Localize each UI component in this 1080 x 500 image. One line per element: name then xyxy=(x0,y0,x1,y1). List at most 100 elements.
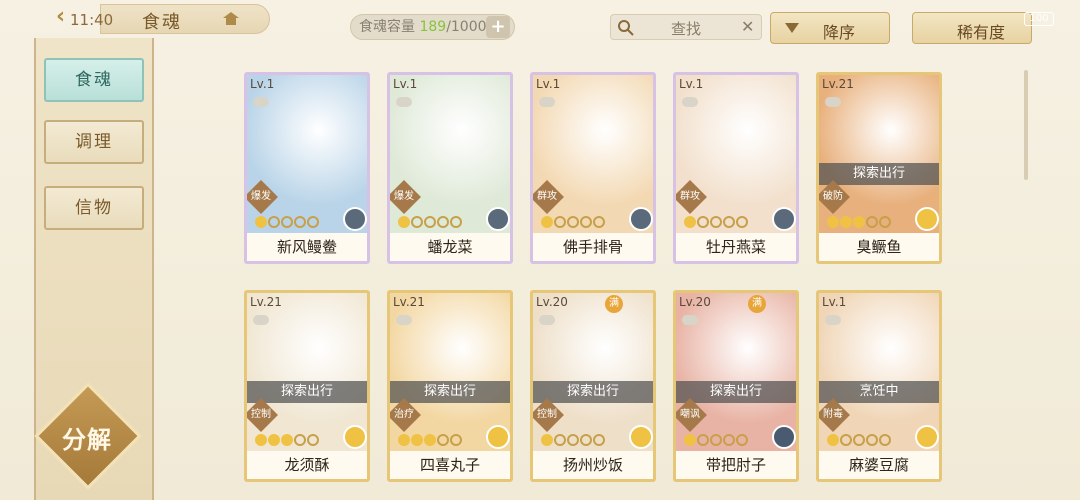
card-level: Lv.1 xyxy=(679,77,704,91)
role-type-label: 爆发 xyxy=(394,191,414,202)
star-rating xyxy=(255,431,320,446)
star-icon xyxy=(827,434,839,446)
star-icon xyxy=(424,216,436,228)
lock-toggle-icon[interactable] xyxy=(682,97,698,107)
star-icon xyxy=(567,216,579,228)
card-level: Lv.20 xyxy=(536,295,568,309)
card-status: 探索出行 xyxy=(819,163,939,185)
star-rating xyxy=(398,213,463,228)
star-icon xyxy=(411,434,423,446)
sort-order-label: 降序 xyxy=(823,23,856,42)
lock-toggle-icon[interactable] xyxy=(539,315,555,325)
soul-card[interactable]: Lv.1 爆发 新风鳗鲞 xyxy=(244,72,370,264)
sort-rarity-button[interactable]: 稀有度 xyxy=(912,12,1032,44)
sort-rarity-label: 稀有度 xyxy=(957,23,1006,42)
star-icon xyxy=(411,216,423,228)
star-icon xyxy=(424,434,436,446)
star-icon xyxy=(541,434,553,446)
element-icon xyxy=(772,207,796,231)
card-name: 牡丹燕菜 xyxy=(676,233,796,261)
clear-icon[interactable]: ✕ xyxy=(741,17,754,36)
soul-card[interactable]: Lv.21 探索出行 控制 龙须酥 xyxy=(244,290,370,482)
star-icon xyxy=(879,434,891,446)
star-icon xyxy=(307,216,319,228)
soul-card[interactable]: Lv.1 群攻牡丹燕菜 xyxy=(673,72,799,264)
lock-toggle-icon[interactable] xyxy=(825,97,841,107)
element-icon xyxy=(915,207,939,231)
soul-card[interactable]: Lv.1 群攻 佛手排骨 xyxy=(530,72,656,264)
lock-toggle-icon[interactable] xyxy=(825,315,841,325)
search-placeholder: 查找 xyxy=(671,20,702,38)
card-name: 蟠龙菜 xyxy=(390,233,510,261)
soul-card[interactable]: Lv.21 探索出行 破防 臭鳜鱼 xyxy=(816,72,942,264)
star-rating xyxy=(398,431,463,446)
search-input[interactable]: 查找 ✕ xyxy=(610,14,762,40)
star-icon xyxy=(736,434,748,446)
soul-card[interactable]: Lv.21 探索出行 治疗 四喜丸子 xyxy=(387,290,513,482)
lock-toggle-icon[interactable] xyxy=(682,315,698,325)
card-level: Lv.21 xyxy=(250,295,282,309)
lock-toggle-icon[interactable] xyxy=(396,97,412,107)
home-icon[interactable] xyxy=(221,10,241,26)
lock-toggle-icon[interactable] xyxy=(396,315,412,325)
soul-card[interactable]: Lv.20 满探索出行 控制 扬州炒饭 xyxy=(530,290,656,482)
star-icon xyxy=(684,434,696,446)
card-name: 带把肘子 xyxy=(676,451,796,479)
lock-toggle-icon[interactable] xyxy=(539,97,555,107)
card-status: 探索出行 xyxy=(533,381,653,403)
role-type-label: 嘲讽 xyxy=(680,409,700,420)
capacity-label: 食魂容量 xyxy=(359,19,420,35)
capacity-current: 189 xyxy=(419,19,447,35)
star-icon xyxy=(684,216,696,228)
scrollbar[interactable] xyxy=(1024,70,1028,180)
star-icon xyxy=(398,216,410,228)
role-type-label: 破防 xyxy=(823,191,843,202)
element-icon xyxy=(772,425,796,449)
star-icon xyxy=(840,434,852,446)
star-icon xyxy=(723,434,735,446)
card-name: 臭鳜鱼 xyxy=(819,233,939,261)
soul-card[interactable]: Lv.20 满探索出行 嘲讽 带把肘子 xyxy=(673,290,799,482)
sidebar-item-tiaoli[interactable]: 调理 xyxy=(44,120,144,164)
star-icon xyxy=(853,216,865,228)
star-rating xyxy=(541,213,606,228)
star-rating xyxy=(255,213,320,228)
sidebar-item-shihun[interactable]: 食魂 xyxy=(44,58,144,102)
star-icon xyxy=(450,434,462,446)
expand-capacity-button[interactable]: + xyxy=(486,16,510,38)
role-type-label: 控制 xyxy=(251,409,271,420)
star-icon xyxy=(593,434,605,446)
page-title: 食魂 xyxy=(142,12,182,33)
star-icon xyxy=(255,216,267,228)
card-level: Lv.21 xyxy=(393,295,425,309)
soul-card[interactable]: Lv.1 爆发 蟠龙菜 xyxy=(387,72,513,264)
star-icon xyxy=(268,434,280,446)
card-level: Lv.1 xyxy=(822,295,847,309)
star-icon xyxy=(437,434,449,446)
sidebar-item-xinwu[interactable]: 信物 xyxy=(44,186,144,230)
star-icon xyxy=(398,434,410,446)
star-icon xyxy=(723,216,735,228)
role-type-label: 附毒 xyxy=(823,409,843,420)
role-type-label: 群攻 xyxy=(680,191,700,202)
star-icon xyxy=(437,216,449,228)
card-status: 探索出行 xyxy=(247,381,367,403)
star-icon xyxy=(580,216,592,228)
sort-order-button[interactable]: 降序 xyxy=(770,12,890,44)
role-type-label: 爆发 xyxy=(251,191,271,202)
star-icon xyxy=(736,216,748,228)
star-icon xyxy=(580,434,592,446)
card-level: Lv.1 xyxy=(536,77,561,91)
title-tab xyxy=(100,4,270,34)
lock-toggle-icon[interactable] xyxy=(253,97,269,107)
element-icon xyxy=(915,425,939,449)
element-icon xyxy=(486,425,510,449)
soul-card[interactable]: Lv.1 烹饪中 附毒 麻婆豆腐 xyxy=(816,290,942,482)
element-icon xyxy=(629,425,653,449)
battery-indicator: 100 xyxy=(1024,12,1054,26)
star-icon xyxy=(827,216,839,228)
star-icon xyxy=(710,216,722,228)
star-rating xyxy=(541,431,606,446)
star-icon xyxy=(294,434,306,446)
lock-toggle-icon[interactable] xyxy=(253,315,269,325)
